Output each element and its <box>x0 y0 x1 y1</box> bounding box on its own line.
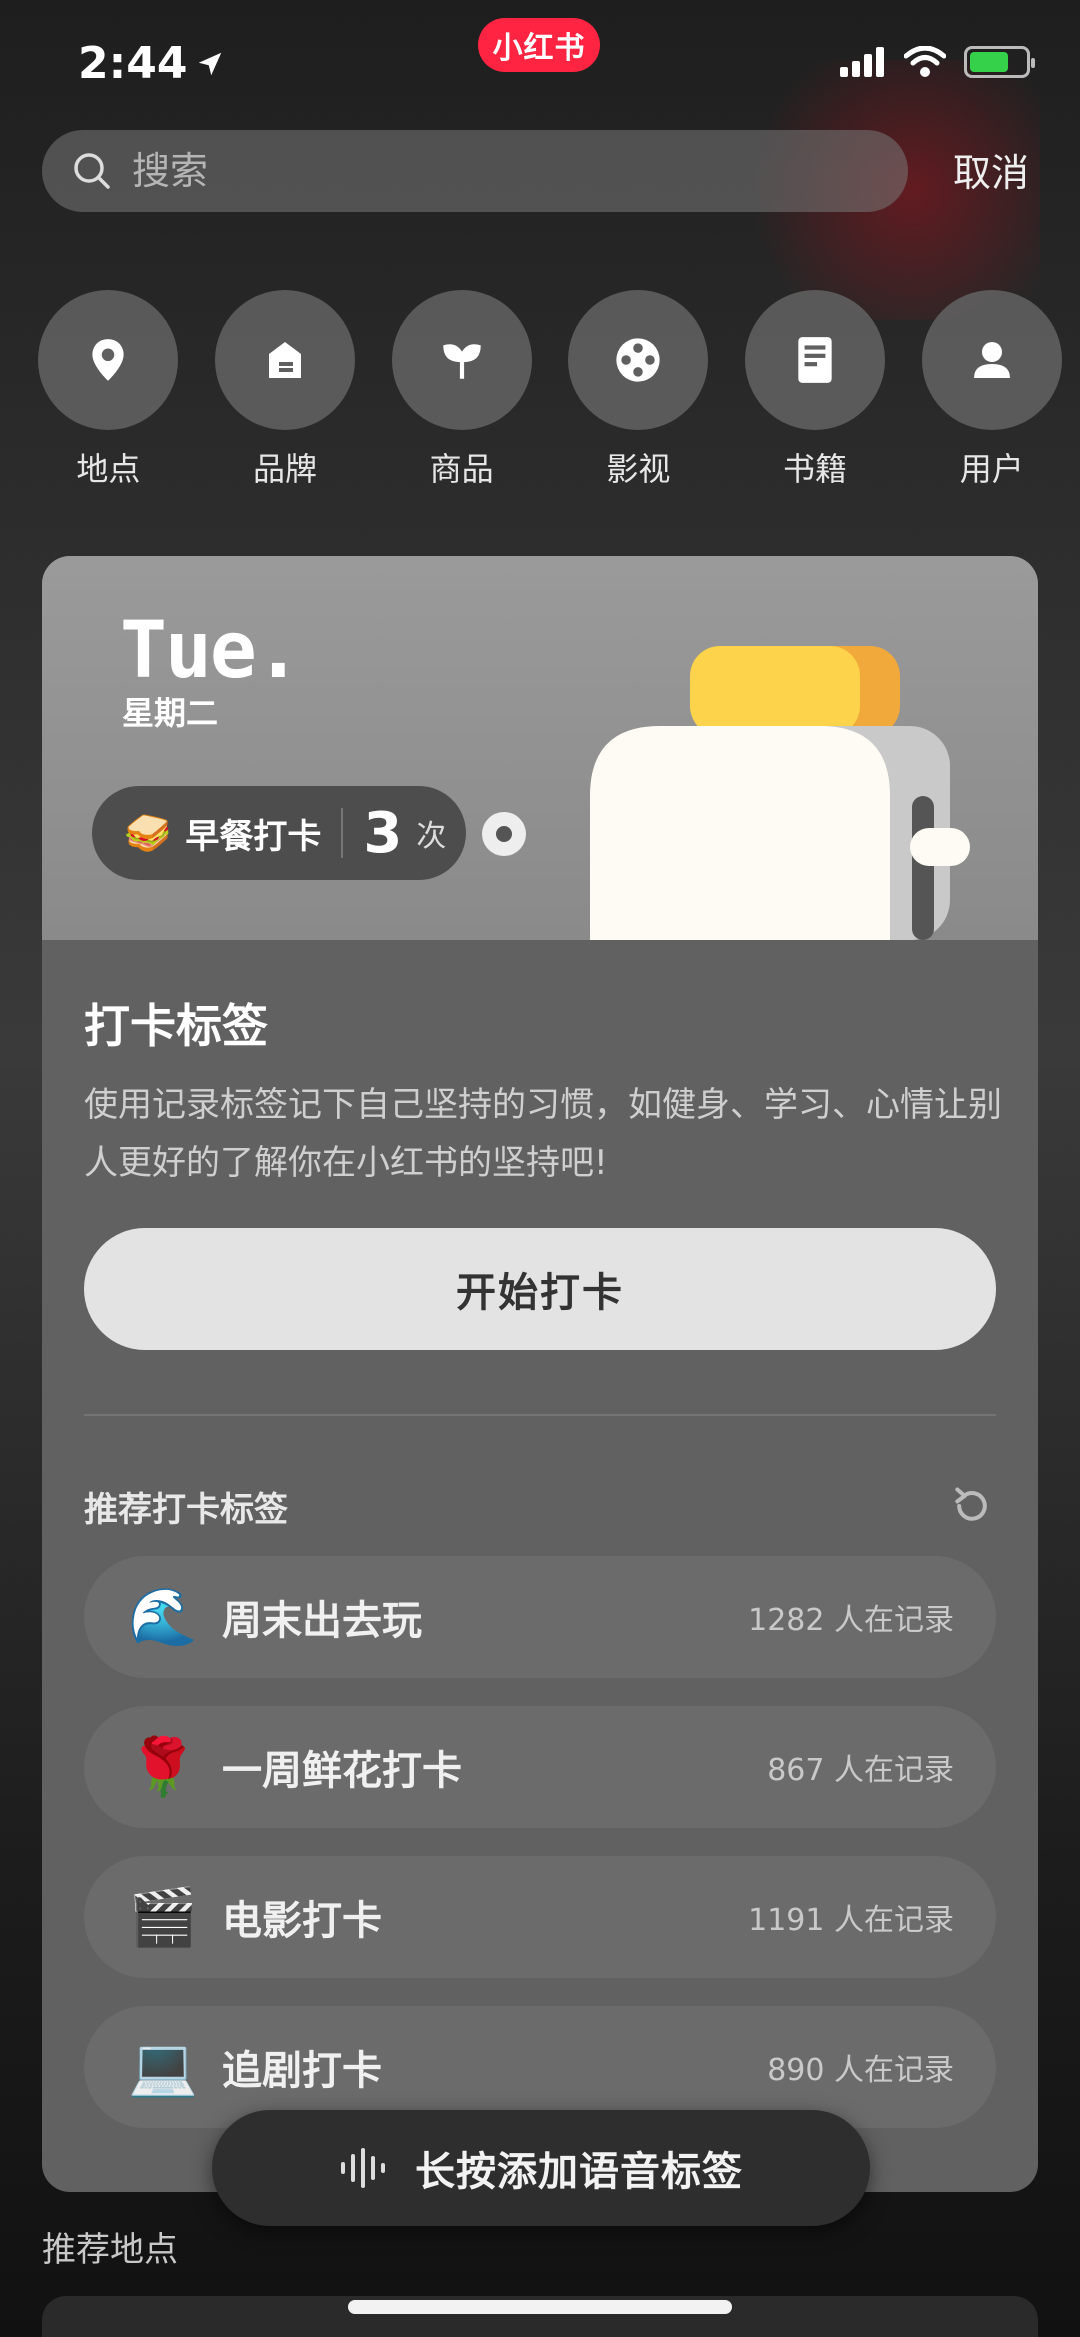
clock-text: 2:44 <box>78 38 188 89</box>
checkin-unit: 次 <box>416 819 447 854</box>
location-pin-icon <box>38 290 179 430</box>
recommended-tag-item[interactable]: 🌊 周末出去玩 1282 人在记录 <box>84 1556 996 1678</box>
laptop-icon: 💻 <box>128 2035 198 2100</box>
start-checkin-button[interactable]: 开始打卡 <box>84 1228 996 1350</box>
location-arrow-icon <box>199 52 222 75</box>
category-user[interactable]: 用户 <box>903 290 1080 490</box>
voice-wave-icon <box>341 2148 385 2188</box>
tag-label: 电影打卡 <box>222 1898 382 1944</box>
battery-icon <box>964 46 1035 78</box>
search-input[interactable] <box>132 149 832 193</box>
search-bar[interactable] <box>42 130 908 212</box>
category-label: 影视 <box>606 450 671 488</box>
tag-label: 周末出去玩 <box>222 1598 422 1644</box>
status-icons <box>840 46 1035 78</box>
voice-tag-button[interactable]: 长按添加语音标签 <box>212 2110 870 2226</box>
toaster-illustration <box>590 646 970 940</box>
tag-count: 890 人在记录 <box>767 2053 954 2088</box>
rose-icon: 🌹 <box>128 1735 198 1800</box>
home-indicator <box>348 2300 732 2314</box>
brand-tag-icon <box>215 290 355 430</box>
tag-label: 一周鲜花打卡 <box>222 1748 462 1794</box>
film-reel-icon <box>568 290 709 430</box>
category-brand[interactable]: 品牌 <box>197 290 374 490</box>
tag-label: 追剧打卡 <box>222 2048 382 2094</box>
category-label: 用户 <box>959 450 1024 488</box>
signal-icon <box>840 47 884 77</box>
card-header: Tue. 星期二 🥪 早餐打卡 3 次 <box>42 556 1038 940</box>
tag-count: 1282 人在记录 <box>748 1603 954 1638</box>
app-badge[interactable]: 小红书 <box>478 18 600 72</box>
search-icon <box>74 153 110 189</box>
cancel-button[interactable]: 取消 <box>953 142 1029 197</box>
day-short: Tue. <box>120 606 302 696</box>
checkin-card: Tue. 星期二 🥪 早餐打卡 3 次 打卡标签 使用记录标签记下自己坚持的习惯… <box>42 556 1038 2192</box>
category-row: 地点 品牌 商品 影视 书籍 用户 <box>20 290 1080 490</box>
voice-tag-label: 长按添加语音标签 <box>415 2149 743 2195</box>
checkin-counter-pill[interactable]: 🥪 早餐打卡 3 次 <box>92 786 466 880</box>
category-label: 商品 <box>429 450 494 488</box>
wave-icon: 🌊 <box>128 1585 198 1650</box>
recommended-tags-title: 推荐打卡标签 <box>84 1490 288 1530</box>
page-dot-button[interactable] <box>482 812 526 856</box>
wifi-icon <box>904 46 946 77</box>
category-label: 书籍 <box>783 450 848 488</box>
book-icon <box>745 290 886 430</box>
tag-count: 867 人在记录 <box>767 1753 954 1788</box>
category-location[interactable]: 地点 <box>20 290 197 490</box>
tag-count: 1191 人在记录 <box>748 1903 954 1938</box>
recommended-tag-item[interactable]: 🎬 电影打卡 1191 人在记录 <box>84 1856 996 1978</box>
section-title: 打卡标签 <box>84 999 268 1053</box>
refresh-icon[interactable] <box>950 1484 994 1528</box>
recommended-places-title: 推荐地点 <box>42 2230 178 2270</box>
divider <box>84 1414 996 1416</box>
checkin-label: 早餐打卡 <box>185 816 322 857</box>
status-time: 2:44 <box>78 38 225 89</box>
category-product[interactable]: 商品 <box>373 290 550 490</box>
category-film[interactable]: 影视 <box>550 290 727 490</box>
category-label: 地点 <box>76 450 141 488</box>
checkin-count: 3 <box>363 800 403 866</box>
category-books[interactable]: 书籍 <box>727 290 904 490</box>
recommended-tag-item[interactable]: 🌹 一周鲜花打卡 867 人在记录 <box>84 1706 996 1828</box>
clapperboard-icon: 🎬 <box>128 1885 198 1950</box>
product-icon <box>391 290 532 430</box>
weekday-label: 星期二 <box>122 694 219 732</box>
sandwich-icon: 🥪 <box>124 810 172 855</box>
category-label: 品牌 <box>253 450 318 488</box>
status-bar: 2:44 小红书 <box>0 0 1080 130</box>
user-icon <box>921 290 1062 430</box>
pill-divider <box>341 808 344 858</box>
section-description: 使用记录标签记下自己坚持的习惯，如健身、学习、心情让别人更好的了解你在小红书的坚… <box>84 1085 1002 1183</box>
